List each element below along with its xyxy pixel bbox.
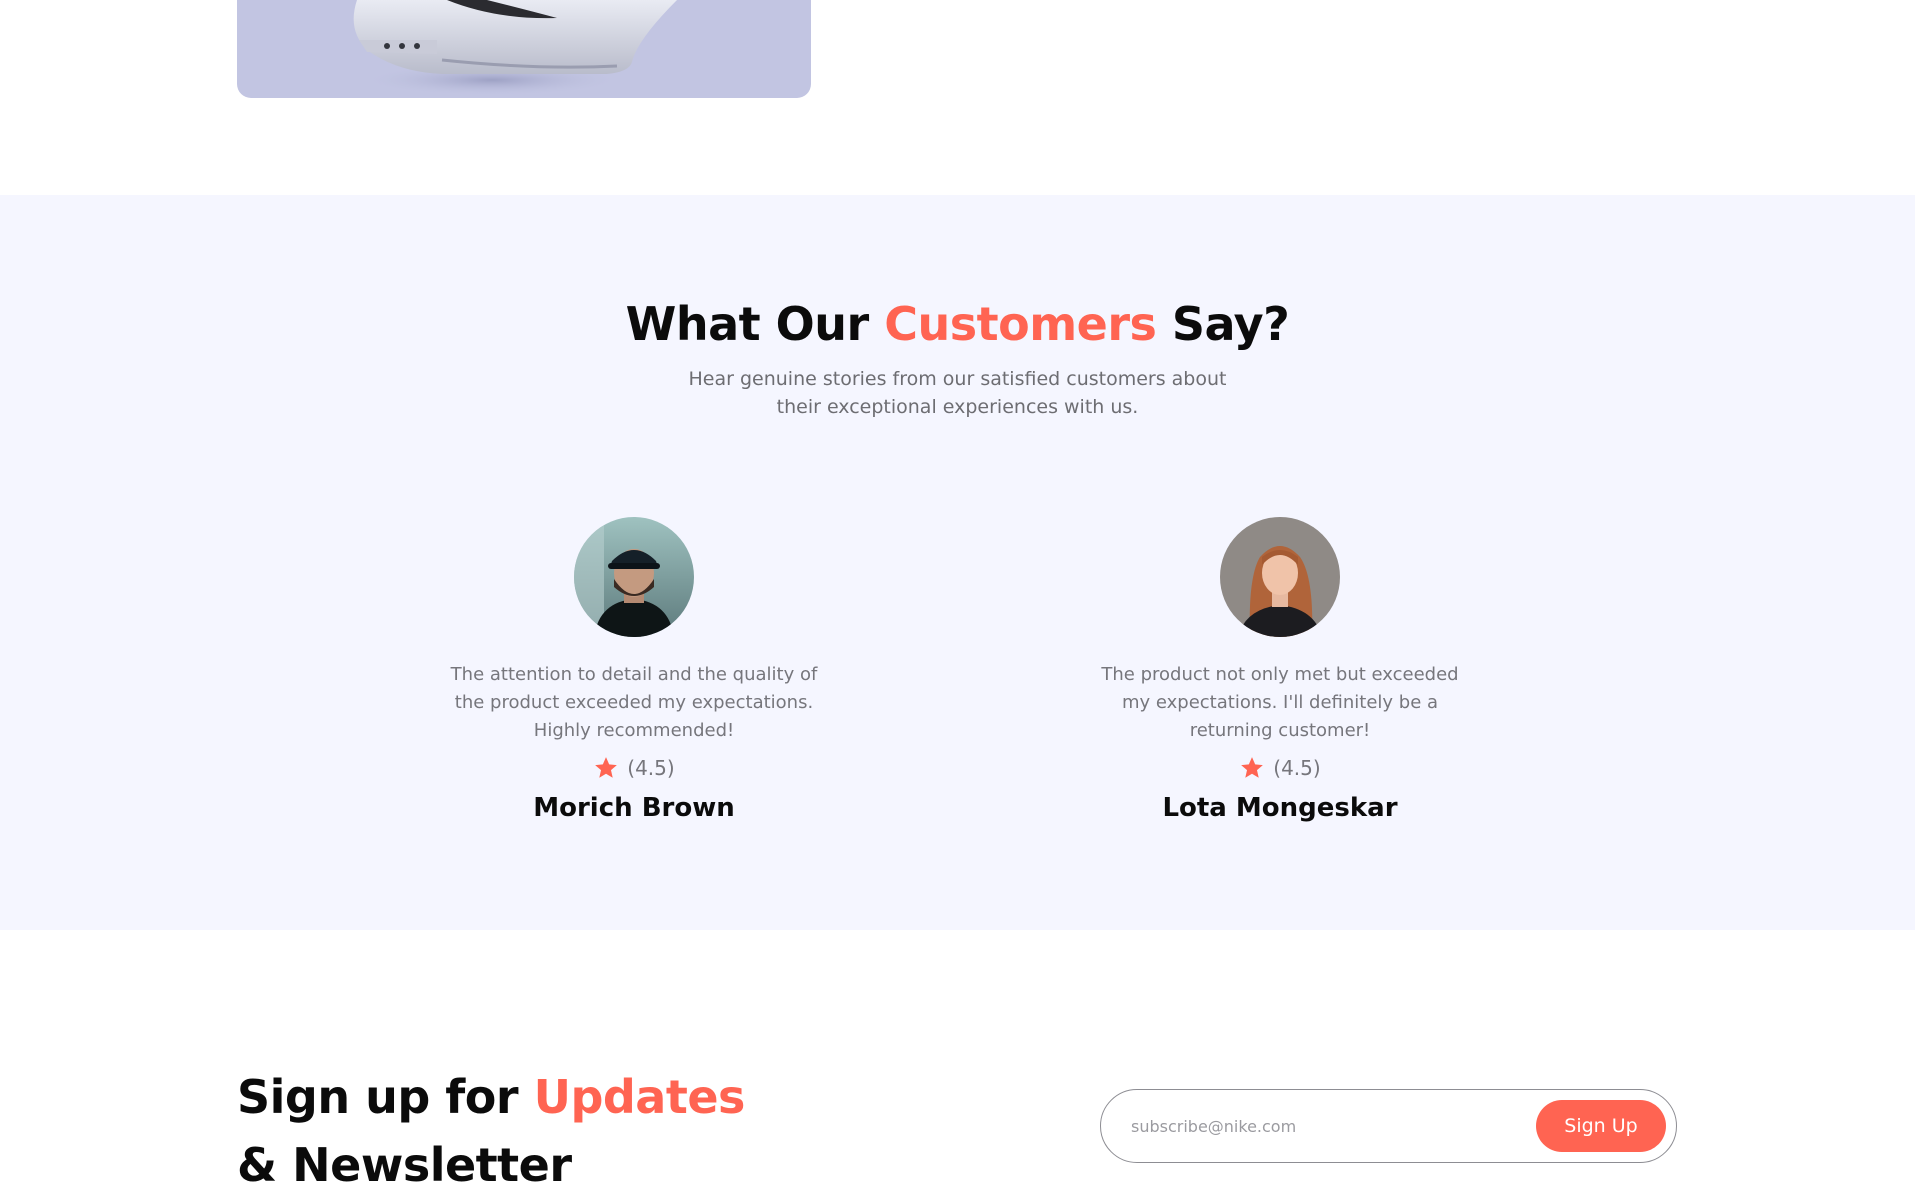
review-rating: (4.5) [1070, 755, 1490, 781]
customer-avatar-man [574, 517, 694, 637]
review-quote: The attention to detail and the quality … [450, 664, 818, 741]
review-card: The attention to detail and the quality … [424, 517, 844, 823]
review-card: The product not only met but exceeded my… [1070, 517, 1490, 823]
testimonials-subtitle: Hear genuine stories from our satisfied … [688, 368, 1227, 418]
review-rating: (4.5) [424, 755, 844, 781]
testimonials-title: What Our Customers Say? [625, 297, 1290, 351]
sneaker-image [353, 0, 677, 96]
customer-avatar-woman [1220, 517, 1340, 637]
sign-up-button[interactable]: Sign Up [1536, 1100, 1666, 1152]
star-icon [595, 757, 618, 778]
email-input[interactable] [1131, 1116, 1536, 1136]
newsletter-title: Sign up for Updates & Newsletter [237, 1070, 746, 1192]
newsletter-form: Sign Up [1100, 1089, 1677, 1163]
newsletter-title-accent: Updates [533, 1070, 746, 1124]
review-quote: The product not only met but exceeded my… [1101, 664, 1459, 741]
testimonials-section: What Our Customers Say? Hear genuine sto… [0, 195, 1915, 930]
title-accent: Customers [884, 297, 1157, 351]
product-card [237, 0, 811, 98]
newsletter-title-line2: & Newsletter [237, 1138, 572, 1192]
reviewer-name: Lota Mongeskar [1162, 793, 1398, 823]
rating-value: (4.5) [1273, 756, 1321, 780]
rating-value: (4.5) [627, 756, 675, 780]
star-icon [1241, 757, 1264, 778]
reviewer-name: Morich Brown [533, 793, 735, 823]
